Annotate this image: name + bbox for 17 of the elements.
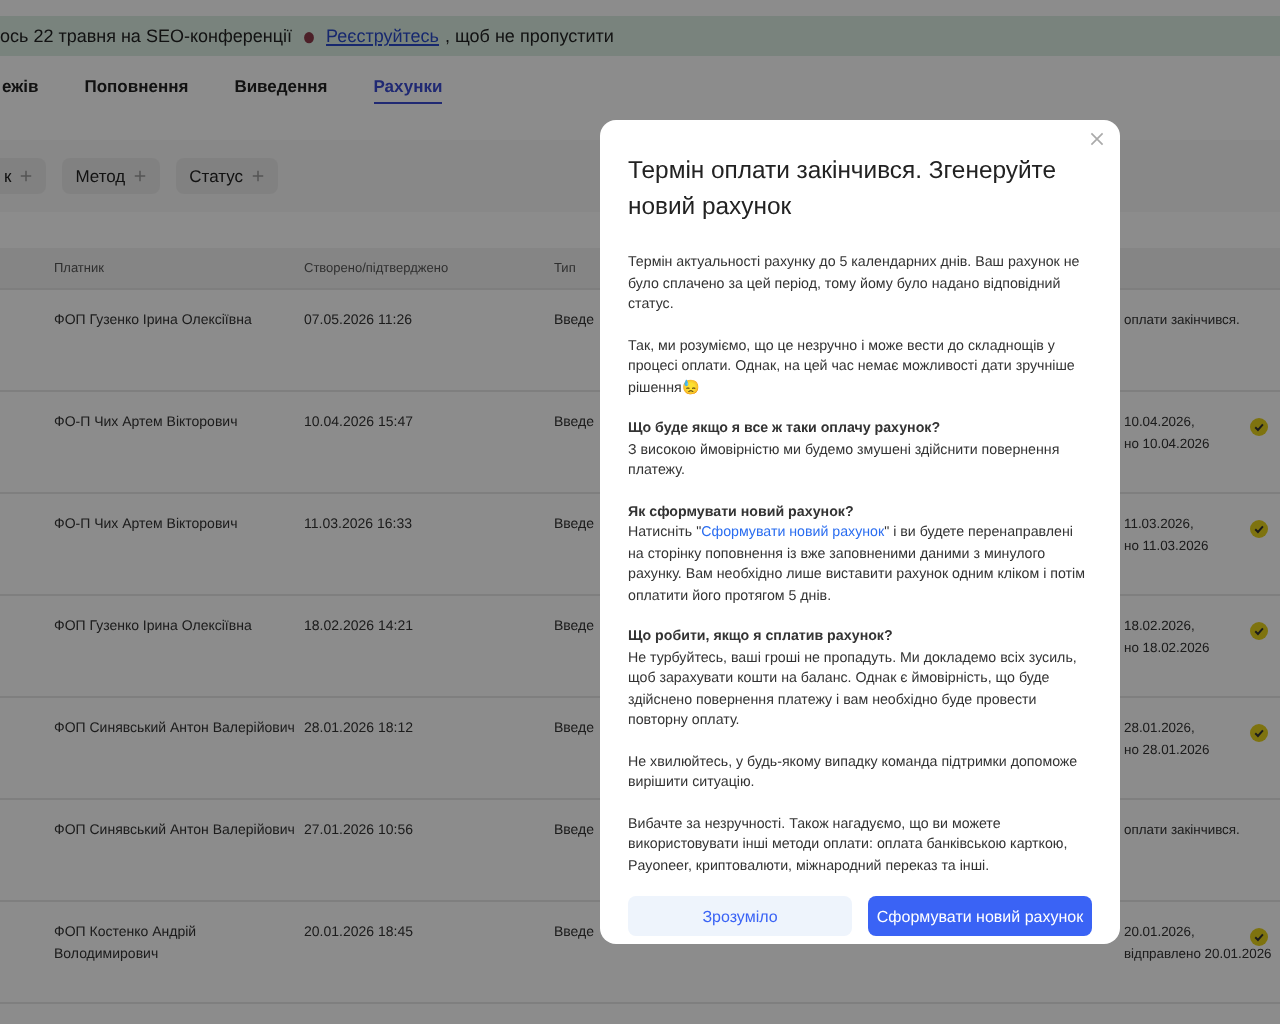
plus-icon [133, 170, 146, 182]
tab[interactable]: Поповнення [84, 70, 189, 102]
banner-text: , щоб не пропустити [445, 26, 614, 46]
tab[interactable]: ежів [2, 70, 39, 102]
close-icon[interactable] [1090, 132, 1104, 146]
modal-title: Термін оплати закінчився. Згенеруйте новий рахунок [628, 154, 1058, 224]
generate-invoice-button[interactable]: Сформувати новий рахунок [868, 896, 1092, 936]
filter-chip[interactable]: Статус [175, 158, 278, 194]
tab[interactable]: Виведення [234, 70, 328, 102]
plus-icon [19, 170, 32, 182]
understood-button[interactable]: Зрозуміло [628, 896, 852, 936]
banner-text: ось 22 травня на SEO-конференції [0, 26, 293, 46]
filter-chip[interactable]: Метод [61, 158, 160, 194]
register-link[interactable]: Реєструйтесь [326, 26, 439, 46]
filter-chip[interactable]: к [0, 158, 46, 194]
plus-icon [251, 170, 264, 182]
tab[interactable]: Рахунки [373, 69, 443, 103]
